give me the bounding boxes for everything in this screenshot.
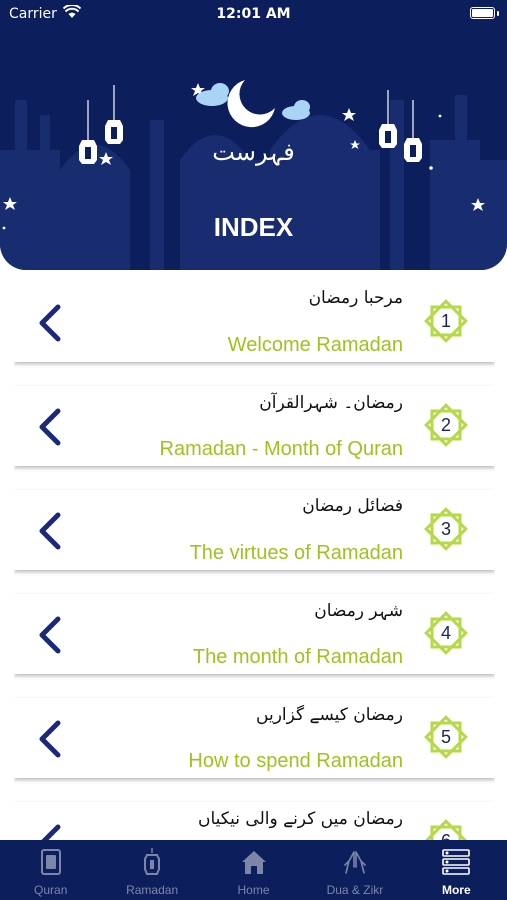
- item-english-title: The month of Ramadan: [192, 646, 403, 668]
- tab-bar: Quran Ramadan Home Dua & Zikr More: [0, 840, 507, 900]
- item-number-badge: 1: [423, 298, 469, 344]
- lantern-icon: [144, 848, 161, 875]
- clock: 12:01 AM: [216, 6, 291, 22]
- list-item[interactable]: فضائل رمضان The virtues of Ramadan 3: [14, 490, 495, 570]
- item-urdu-title: رمضان کیسے گزاریں: [256, 705, 403, 725]
- item-number: 5: [440, 727, 451, 747]
- item-urdu-title: رمضان۔ شہرالقرآن: [259, 393, 403, 413]
- more-list-icon: [442, 849, 471, 875]
- list-item[interactable]: رمضان۔ شہرالقرآن Ramadan - Month of Qura…: [14, 386, 495, 466]
- list-item[interactable]: مرحبا رمضان Welcome Ramadan 1: [14, 282, 495, 362]
- item-number-badge: 3: [423, 506, 469, 552]
- battery-tip: [497, 11, 499, 16]
- item-english-title: Ramadan - Month of Quran: [159, 438, 403, 460]
- item-number-badge: 5: [423, 714, 469, 760]
- urdu-page-title: فہرست: [212, 138, 295, 166]
- item-number: 2: [440, 415, 451, 435]
- tab-home[interactable]: Home: [203, 840, 304, 900]
- chevron-left-icon: [39, 616, 61, 654]
- chevron-left-icon: [41, 824, 61, 840]
- item-number: 6: [423, 818, 469, 840]
- quran-book-icon: [40, 849, 61, 875]
- tab-label: More: [441, 883, 471, 897]
- index-list[interactable]: مرحبا رمضان Welcome Ramadan 1 رمضان۔ شہر…: [14, 282, 495, 840]
- tab-label: Dua & Zikr: [326, 883, 384, 897]
- item-number: 1: [440, 311, 451, 331]
- chevron-left-icon: [39, 304, 61, 342]
- chevron-left-icon: [39, 408, 61, 446]
- item-number-badge: 2: [423, 402, 469, 448]
- tab-label: Quran: [34, 883, 68, 897]
- chevron-left-icon: [39, 720, 61, 758]
- tab-quran[interactable]: Quran: [0, 840, 101, 900]
- list-item[interactable]: شہر رمضان The month of Ramadan 4: [14, 594, 495, 674]
- header-banner: Carrier 12:01 AM فہرست INDEX: [0, 0, 507, 270]
- item-urdu-title: شہر رمضان: [314, 601, 403, 621]
- list-item[interactable]: رمضان کیسے گزاریں How to spend Ramadan 5: [14, 698, 495, 778]
- item-number: 4: [440, 623, 451, 643]
- item-urdu-title: فضائل رمضان: [302, 496, 403, 516]
- battery-icon: [470, 7, 495, 19]
- item-english-title: Welcome Ramadan: [227, 334, 403, 356]
- item-urdu-title: رمضان میں کرنے والی نیکیاں: [197, 809, 403, 829]
- item-english-title: The virtues of Ramadan: [189, 542, 403, 564]
- tab-label: Home: [237, 883, 270, 897]
- item-urdu-title: مرحبا رمضان: [308, 288, 403, 308]
- home-icon: [241, 851, 266, 874]
- item-english-title: How to spend Ramadan: [188, 750, 403, 772]
- tab-ramadan[interactable]: Ramadan: [101, 840, 202, 900]
- status-bar: Carrier 12:01 AM: [0, 0, 507, 30]
- chevron-left-icon: [39, 512, 61, 550]
- tab-more[interactable]: More: [406, 840, 507, 900]
- item-number-badge: 6: [423, 818, 469, 840]
- tab-dua-zikr[interactable]: Dua & Zikr: [304, 840, 405, 900]
- praying-hands-icon: [344, 851, 366, 874]
- item-number-badge: 4: [423, 610, 469, 656]
- item-number: 3: [440, 519, 451, 539]
- list-item[interactable]: رمضان میں کرنے والی نیکیاں 6: [14, 802, 495, 840]
- page-title: INDEX: [213, 212, 294, 242]
- tab-label: Ramadan: [126, 883, 179, 897]
